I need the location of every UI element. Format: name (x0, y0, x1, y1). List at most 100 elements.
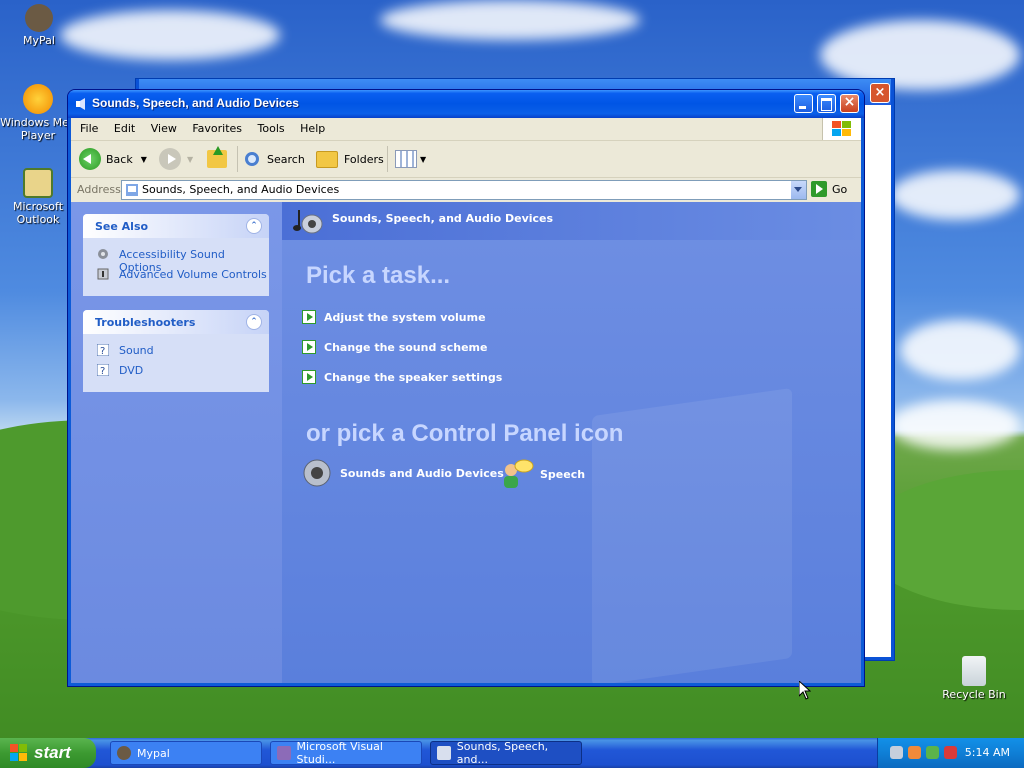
windows-logo-icon (822, 118, 861, 140)
search-button[interactable]: Search (245, 145, 305, 173)
collapse-chevron-icon[interactable]: ⌃ (246, 218, 262, 234)
tray-network-icon[interactable] (890, 746, 903, 759)
taskbar-button-label: Mypal (137, 746, 170, 760)
task-label: Change the sound scheme (324, 340, 488, 354)
taskbar: start Mypal Microsoft Visual Studi... So… (0, 738, 1024, 768)
volume-control-icon (97, 268, 109, 280)
raccoon-icon (25, 4, 53, 32)
taskbar-button-visual-studio[interactable]: Microsoft Visual Studi... (270, 740, 422, 766)
system-tray: 5:14 AM (877, 738, 1024, 768)
taskbar-button-label: Microsoft Visual Studi... (296, 740, 383, 766)
visual-studio-icon (277, 746, 291, 760)
speech-icon (504, 459, 534, 488)
folders-button[interactable]: Folders (316, 145, 384, 173)
minimize-button[interactable] (794, 94, 813, 113)
search-icon (245, 152, 259, 166)
troubleshooter-label: DVD (119, 364, 144, 377)
speaker-icon (76, 98, 85, 110)
desktop-icon-label: MyPal (23, 34, 55, 47)
task-pane: See Also ⌃ Accessibility Sound Options A… (71, 202, 282, 683)
see-also-label: Advanced Volume Controls (119, 268, 267, 281)
maximize-button[interactable] (817, 94, 836, 113)
taskbar-button-sounds[interactable]: Sounds, Speech, and... (430, 740, 582, 766)
music-note-icon (293, 210, 323, 234)
menu-edit[interactable]: Edit (108, 118, 141, 135)
go-button[interactable]: Go (811, 181, 847, 197)
up-folder-icon (207, 146, 227, 168)
background-close-button[interactable]: × (870, 83, 890, 103)
tray-update-icon[interactable] (926, 746, 939, 759)
cp-icon-speech[interactable]: Speech (500, 458, 585, 490)
desktop-icon-label: Recycle Bin (942, 688, 1006, 701)
category-title: Sounds, Speech, and Audio Devices (332, 212, 554, 225)
see-also-title: See Also (95, 220, 149, 233)
desktop-icon-recycle-bin[interactable]: Recycle Bin (936, 656, 1012, 701)
taskbar-button-mypal[interactable]: Mypal (110, 741, 262, 765)
desktop-icon-label-line2: Player (20, 129, 56, 142)
forward-dropdown-icon: ▼ (187, 154, 194, 164)
tray-security-shield-icon[interactable] (944, 746, 957, 759)
see-also-panel: See Also ⌃ Accessibility Sound Options A… (83, 214, 269, 296)
up-folder-button[interactable] (207, 145, 227, 173)
see-also-item-advanced-volume[interactable]: Advanced Volume Controls (83, 264, 269, 284)
desktop-icon-outlook[interactable]: Microsoft Outlook (0, 168, 76, 226)
troubleshooter-item-sound[interactable]: ? Sound (83, 340, 269, 360)
tray-messenger-icon[interactable] (908, 746, 921, 759)
taskbar-button-label: Sounds, Speech, and... (456, 740, 549, 766)
see-also-item-accessibility[interactable]: Accessibility Sound Options (83, 244, 269, 274)
back-dropdown-icon[interactable]: ▼ (141, 155, 147, 164)
outlook-icon (23, 168, 53, 198)
svg-text:?: ? (100, 346, 105, 356)
speaker-icon (437, 746, 451, 760)
menu-file[interactable]: File (71, 118, 104, 135)
clock[interactable]: 5:14 AM (965, 746, 1010, 759)
window-frame: File Edit View Favorites Tools Help Back… (71, 118, 861, 683)
category-pane: Sounds, Speech, and Audio Devices Pick a… (282, 202, 861, 683)
help-icon: ? (97, 364, 109, 376)
address-input[interactable]: Sounds, Speech, and Audio Devices (121, 180, 807, 200)
control-panel-icon (126, 184, 138, 196)
menu-help[interactable]: Help (294, 118, 331, 135)
forward-button[interactable]: ▼ (159, 145, 193, 173)
menu-favorites[interactable]: Favorites (186, 118, 248, 135)
views-button[interactable]: ▼ (395, 145, 426, 173)
views-dropdown-icon: ▼ (420, 154, 427, 164)
menu-view[interactable]: View (145, 118, 183, 135)
desktop-icon-mypal[interactable]: MyPal (1, 4, 77, 47)
forward-arrow-icon (159, 148, 181, 170)
desktop-icon-label-line1: Windows Med (0, 116, 76, 129)
menu-bar: File Edit View Favorites Tools Help (71, 118, 861, 141)
troubleshooters-header[interactable]: Troubleshooters ⌃ (83, 310, 269, 334)
address-label: Address (77, 183, 121, 196)
toolbar: Back ▼ ▼ Search Folders ▼ (71, 141, 861, 178)
menu-tools[interactable]: Tools (252, 118, 291, 135)
collapse-chevron-icon[interactable]: ⌃ (246, 314, 262, 330)
desktop-icon-label-line2: Outlook (16, 213, 60, 226)
see-also-header[interactable]: See Also ⌃ (83, 214, 269, 238)
start-button[interactable]: start (0, 738, 96, 768)
windows-flag-icon (10, 744, 27, 761)
close-button[interactable]: × (840, 94, 859, 113)
window-titlebar[interactable]: Sounds, Speech, and Audio Devices × (68, 90, 864, 118)
desktop-icon-windows-media-player[interactable]: Windows Med Player (0, 84, 76, 142)
task-change-speaker-settings[interactable]: Change the speaker settings (302, 368, 502, 386)
task-label: Change the speaker settings (324, 370, 503, 384)
troubleshooters-title: Troubleshooters (95, 316, 196, 329)
help-icon: ? (97, 344, 109, 356)
troubleshooter-label: Sound (119, 344, 154, 357)
search-label: Search (267, 152, 305, 166)
task-change-sound-scheme[interactable]: Change the sound scheme (302, 338, 487, 356)
start-label: start (34, 743, 71, 762)
task-adjust-volume[interactable]: Adjust the system volume (302, 308, 486, 326)
address-bar: Address Sounds, Speech, and Audio Device… (71, 178, 861, 203)
back-button[interactable]: Back ▼ (79, 145, 147, 173)
back-arrow-icon (79, 148, 101, 170)
cp-icon-sounds-audio-devices[interactable]: Sounds and Audio Devices (302, 458, 504, 488)
explorer-window: Sounds, Speech, and Audio Devices × File… (67, 89, 865, 687)
address-dropdown-button[interactable] (791, 181, 806, 199)
media-player-icon (23, 84, 53, 114)
troubleshooters-panel: Troubleshooters ⌃ ? Sound ? DVD (83, 310, 269, 392)
recycle-bin-icon (962, 656, 986, 686)
troubleshooter-item-dvd[interactable]: ? DVD (83, 360, 269, 380)
category-header: Sounds, Speech, and Audio Devices (282, 202, 861, 240)
